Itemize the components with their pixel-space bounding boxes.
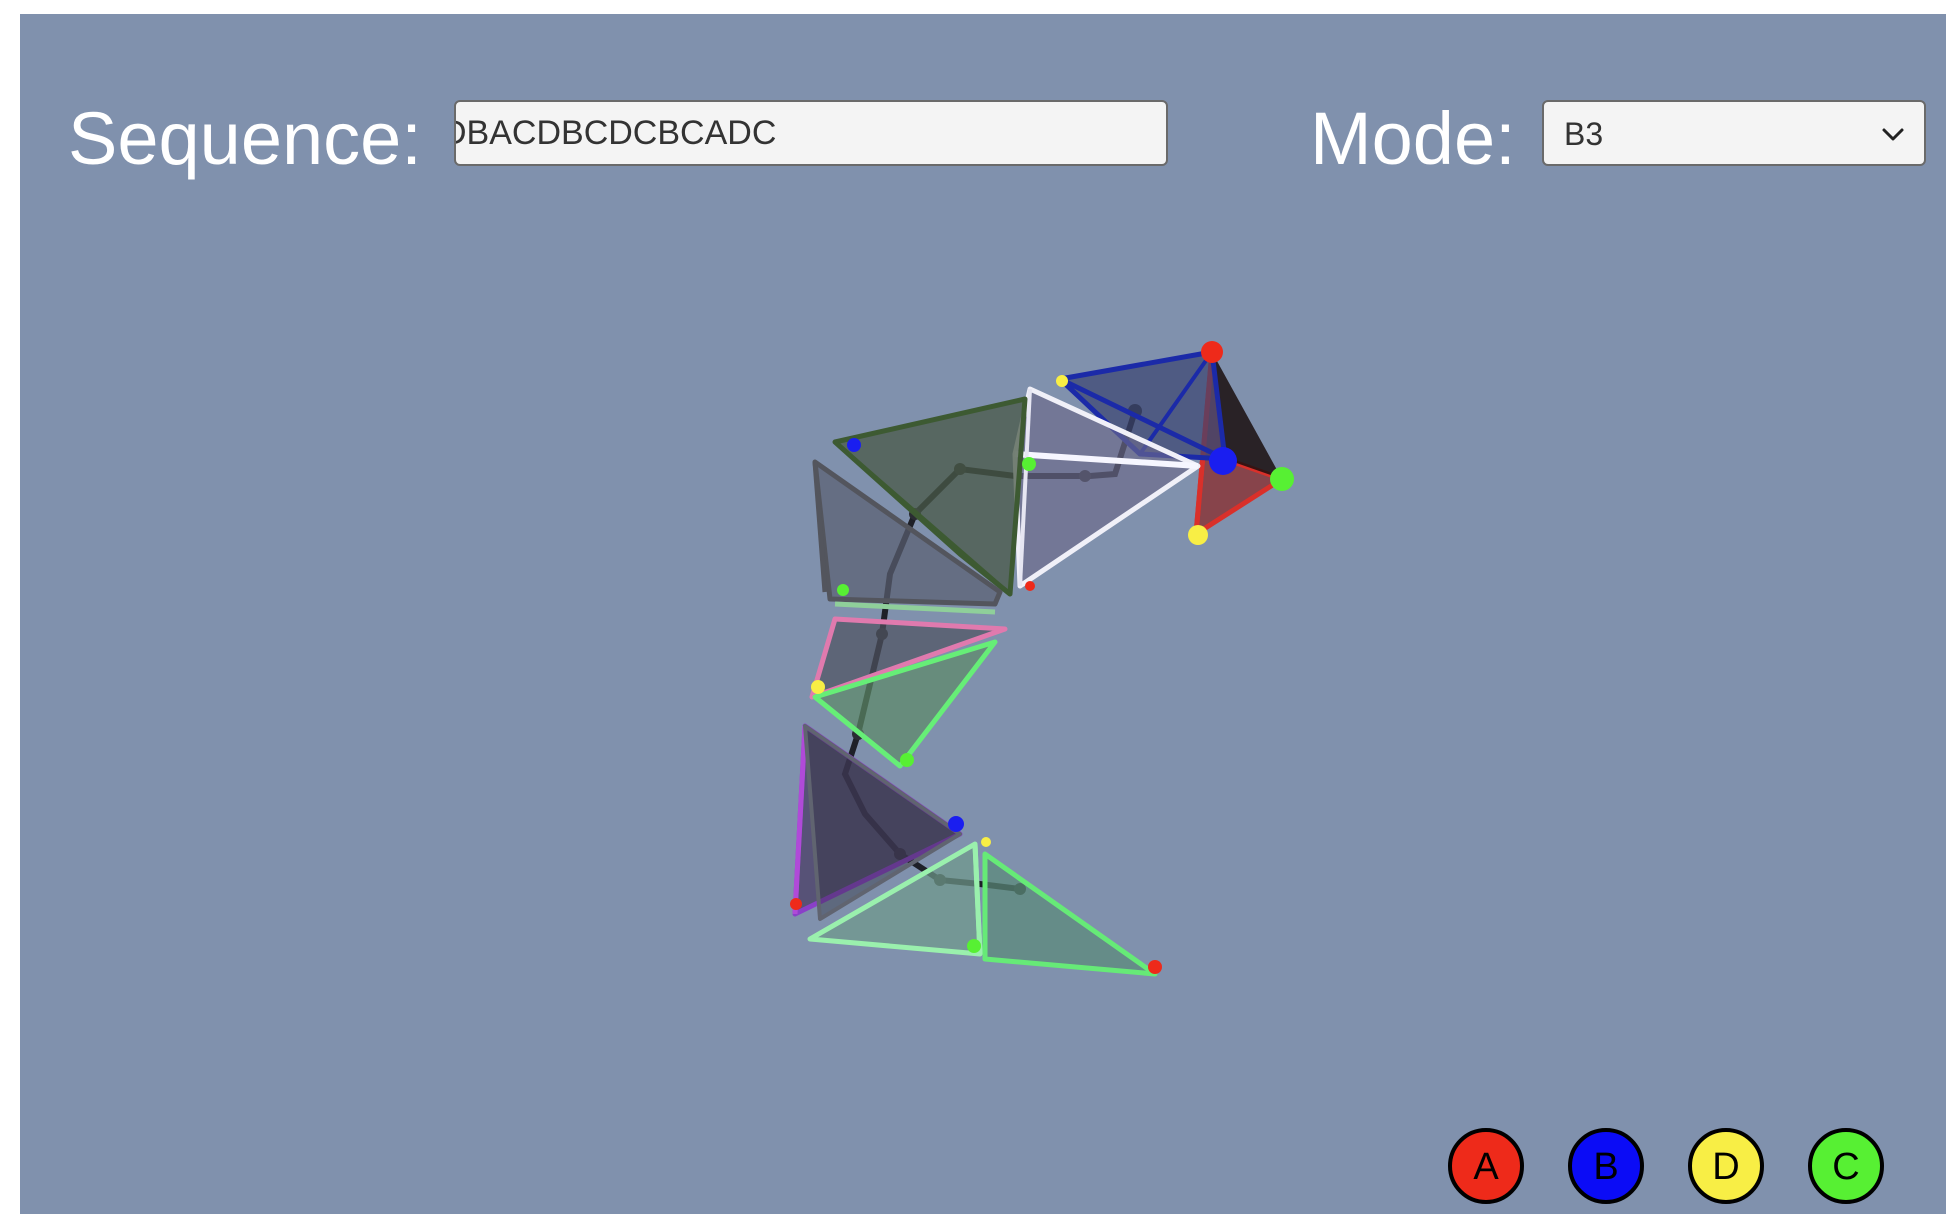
vertex-red <box>1201 341 1223 363</box>
vertex-red <box>1148 960 1162 974</box>
tetra-bottom-right <box>982 851 1158 977</box>
button-c[interactable]: C <box>1808 1128 1884 1204</box>
vertex-green <box>967 939 981 953</box>
button-d[interactable]: D <box>1688 1128 1764 1204</box>
vertex-green <box>1022 457 1036 471</box>
vertex-yellow <box>811 680 825 694</box>
button-b[interactable]: B <box>1568 1128 1644 1204</box>
tetrahedron-chain <box>792 349 1285 977</box>
vertex-green <box>837 584 849 596</box>
sequence-input[interactable] <box>454 100 1168 166</box>
mode-label: Mode: <box>1310 97 1516 180</box>
chevron-down-icon <box>1882 128 1904 141</box>
vertex-yellow <box>1056 375 1068 387</box>
vertex-green <box>900 753 914 767</box>
app-window: Sequence: Mode: B3 A B D C <box>20 14 1946 1214</box>
vertex-blue <box>1209 447 1237 475</box>
sequence-label: Sequence: <box>68 97 422 180</box>
mode-selected-value: B3 <box>1564 116 1604 152</box>
vertex-red <box>790 898 802 910</box>
button-a[interactable]: A <box>1448 1128 1524 1204</box>
mode-select[interactable]: B3 <box>1542 100 1926 166</box>
vertex-yellow <box>1188 525 1208 545</box>
vertex-green <box>1270 467 1294 491</box>
vertex-red <box>1025 581 1035 591</box>
3d-viewport[interactable] <box>20 14 1946 1214</box>
vertex-yellow <box>981 837 991 847</box>
vertex-blue <box>847 438 861 452</box>
vertex-blue <box>948 816 964 832</box>
